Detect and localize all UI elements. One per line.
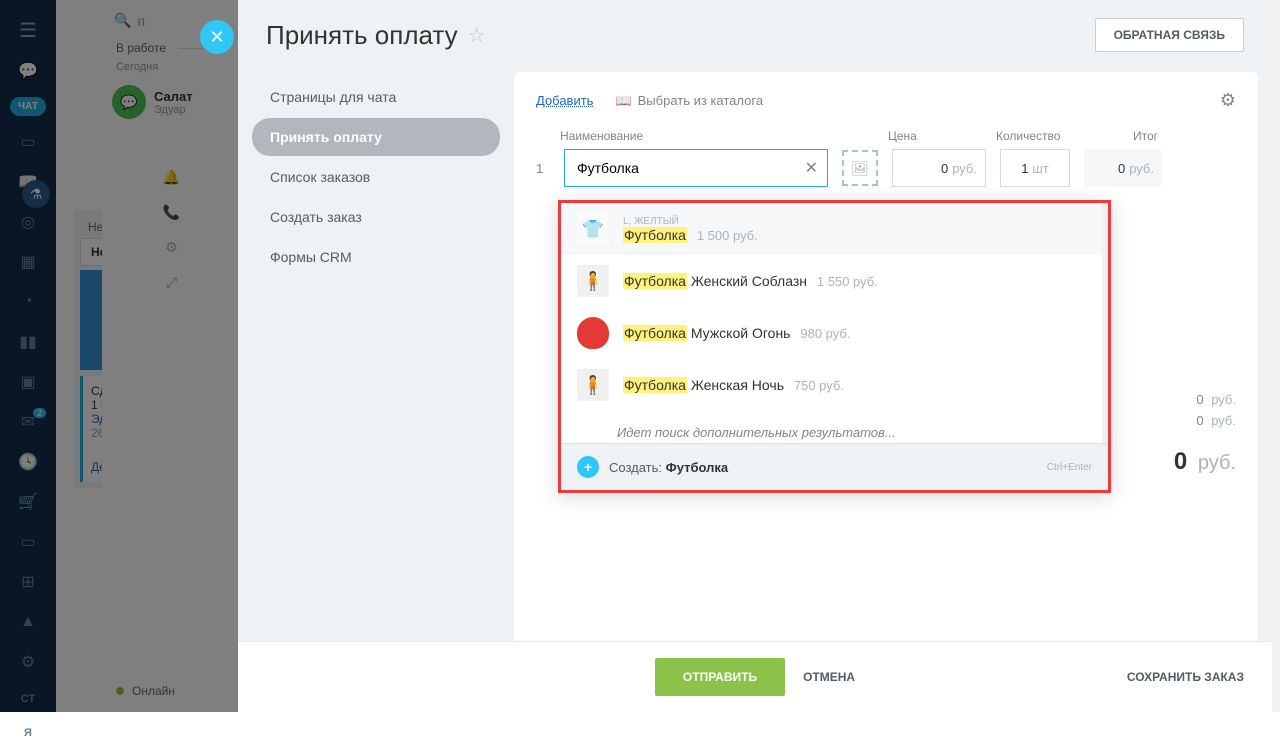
catalog-link[interactable]: 📖 Выбрать из каталога — [615, 93, 763, 109]
autocomplete-dropdown: 👕L, ЖЕЛТЫЙФутболка 1 500 руб.🧍Футболка Ж… — [558, 200, 1111, 493]
dropdown-item[interactable]: 👕 L, ЖЕЛТЫЙФутболка 1 500 руб. — [561, 203, 1102, 255]
menu-create-order[interactable]: Создать заказ — [252, 198, 500, 236]
loading-text: Идет поиск дополнительных результатов... — [561, 411, 1102, 443]
star-icon[interactable]: ☆ — [468, 23, 486, 48]
close-button[interactable]: ✕ — [200, 20, 234, 54]
settings-icon[interactable]: ⚙ — [1220, 90, 1236, 111]
th-name: Наименование — [560, 129, 824, 143]
payment-modal: ✕ Принять оплату ☆ ОБРАТНАЯ СВЯЗЬ Страни… — [238, 0, 1272, 712]
product-price: 980 руб. — [800, 326, 850, 341]
scrollbar[interactable] — [1272, 0, 1280, 712]
create-label: Создать: — [609, 460, 662, 475]
table-headers: Наименование Цена Количество Итог — [536, 129, 1236, 143]
plus-icon: + — [577, 456, 599, 478]
price-input[interactable]: 0руб. — [892, 149, 986, 187]
menu-crm-forms[interactable]: Формы CRM — [252, 238, 500, 276]
save-order-button[interactable]: СОХРАНИТЬ ЗАКАЗ — [1127, 670, 1244, 684]
product-price: 1 500 руб. — [697, 228, 758, 243]
dropdown-item[interactable]: 🧍 Футболка Женский Соблазн 1 550 руб. — [561, 255, 1102, 307]
menu-order-list[interactable]: Список заказов — [252, 158, 500, 196]
product-thumb: 👕 — [577, 213, 609, 245]
product-name-input[interactable] — [564, 149, 828, 187]
cancel-button[interactable]: ОТМЕНА — [803, 670, 855, 684]
modal-title: Принять оплату — [266, 20, 458, 51]
content-panel: Добавить 📖 Выбрать из каталога ⚙ Наимено… — [514, 72, 1258, 641]
side-menu: Страницы для чата Принять оплату Список … — [252, 70, 500, 641]
product-name: Футболка 1 500 руб. — [623, 227, 1086, 243]
send-button[interactable]: ОТПРАВИТЬ — [655, 658, 785, 696]
create-product-row[interactable]: + Создать: Футболка Ctrl+Enter — [561, 443, 1108, 490]
image-icon: 🖼 — [851, 160, 869, 177]
row-number: 1 — [536, 161, 550, 176]
product-name: Футболка Мужской Огонь 980 руб. — [623, 325, 1086, 341]
th-qty: Количество — [996, 129, 1066, 143]
product-sku: L, ЖЕЛТЫЙ — [623, 216, 1086, 227]
product-row: 1 ✕ 🖼 0руб. 1шт 0руб. — [536, 149, 1236, 187]
dropdown-item[interactable]: Футболка Мужской Огонь 980 руб. — [561, 307, 1102, 359]
menu-accept-payment[interactable]: Принять оплату — [252, 118, 500, 156]
product-price: 750 руб. — [794, 378, 844, 393]
rail-ya[interactable]: Я — [18, 727, 38, 739]
menu-chat-pages[interactable]: Страницы для чата — [252, 78, 500, 116]
product-thumb: 🧍 — [577, 265, 609, 297]
feedback-button[interactable]: ОБРАТНАЯ СВЯЗЬ — [1095, 18, 1244, 52]
product-price: 1 550 руб. — [817, 274, 878, 289]
modal-header: Принять оплату ☆ ОБРАТНАЯ СВЯЗЬ — [238, 0, 1272, 70]
add-link[interactable]: Добавить — [536, 93, 593, 108]
clear-input-icon[interactable]: ✕ — [805, 158, 818, 178]
create-value: Футболка — [666, 460, 729, 475]
dropdown-item[interactable]: 🧍 Футболка Женская Ночь 750 руб. — [561, 359, 1102, 411]
th-price: Цена — [888, 129, 982, 143]
totals: 0 руб. 0 руб. 0 руб. — [1174, 392, 1236, 476]
th-total: Итог — [1080, 129, 1158, 143]
product-thumb — [577, 317, 609, 349]
book-icon: 📖 — [615, 93, 631, 109]
modal-footer: ОТПРАВИТЬ ОТМЕНА СОХРАНИТЬ ЗАКАЗ — [238, 641, 1272, 712]
product-name: Футболка Женский Соблазн 1 550 руб. — [623, 273, 1086, 289]
image-upload[interactable]: 🖼 — [842, 150, 878, 186]
qty-input[interactable]: 1шт — [1000, 149, 1070, 187]
shortcut-hint: Ctrl+Enter — [1047, 462, 1092, 473]
product-thumb: 🧍 — [577, 369, 609, 401]
product-name: Футболка Женская Ночь 750 руб. — [623, 377, 1086, 393]
row-total: 0руб. — [1084, 149, 1162, 187]
